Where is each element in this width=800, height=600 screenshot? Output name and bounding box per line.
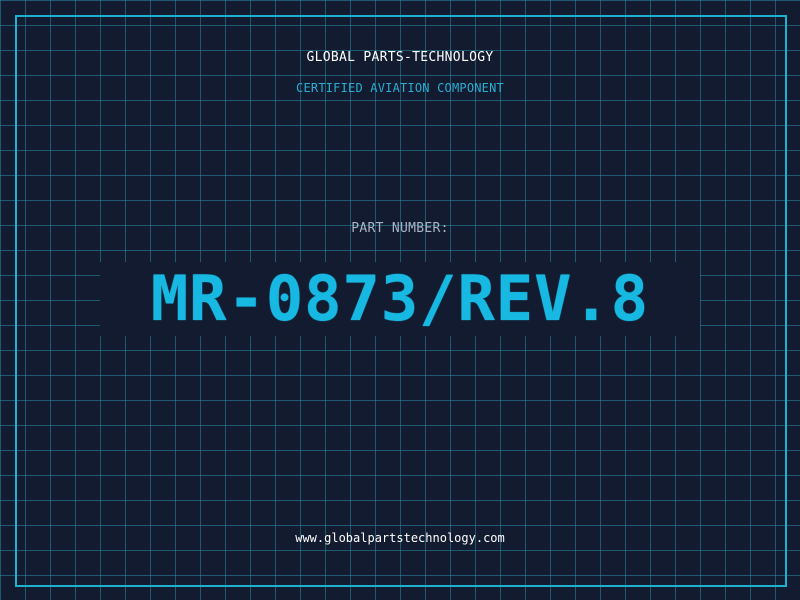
part-number-label: PART NUMBER: — [351, 221, 449, 236]
tagline: CERTIFIED AVIATION COMPONENT — [296, 81, 504, 95]
part-number-value: MR-0873/REV.8 — [150, 262, 650, 335]
company-name: GLOBAL PARTS-TECHNOLOGY — [306, 50, 494, 65]
website-url: www.globalpartstechnology.com — [295, 531, 505, 545]
part-number-panel: MR-0873/REV.8 — [100, 262, 700, 336]
label-canvas: GLOBAL PARTS-TECHNOLOGY CERTIFIED AVIATI… — [0, 0, 800, 600]
